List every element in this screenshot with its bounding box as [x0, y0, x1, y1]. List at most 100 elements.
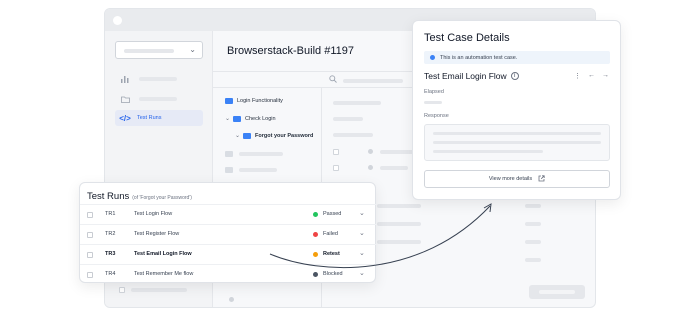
- placeholder-line: [380, 166, 408, 170]
- arrow-right-icon[interactable]: →: [602, 72, 609, 80]
- run-id: TR3: [105, 251, 116, 257]
- search-icon: [329, 75, 337, 85]
- table-row[interactable]: TR4 Test Remember Me flow Blocked ⌄: [80, 264, 377, 284]
- placeholder-line: [525, 258, 541, 262]
- search-placeholder: [343, 79, 403, 83]
- placeholder-line: [380, 150, 414, 154]
- folder-icon: [225, 167, 233, 173]
- elapsed-label: Elapsed: [424, 89, 444, 95]
- case-actions: ⋮ ← →: [574, 72, 609, 80]
- test-runs-panel: Test Runs (of 'Forgot your Password') TR…: [79, 182, 377, 284]
- status-dot: [313, 232, 318, 237]
- placeholder-line: [525, 222, 541, 226]
- window-dot: [113, 15, 122, 25]
- test-runs-subtitle: (of 'Forgot your Password'): [132, 195, 192, 201]
- placeholder-line: [239, 152, 283, 156]
- row-checkbox[interactable]: [87, 272, 93, 278]
- folder-icon: [225, 151, 233, 157]
- test-runs-header: Test Runs (of 'Forgot your Password'): [87, 191, 192, 202]
- info-icon[interactable]: i: [510, 72, 519, 80]
- chevron-down-icon: ⌄: [225, 116, 231, 122]
- build-title: Browserstack-Build #1197: [227, 45, 354, 57]
- placeholder-line: [433, 141, 601, 144]
- chevron-down-icon[interactable]: ⌄: [359, 209, 365, 217]
- placeholder-line: [377, 240, 421, 244]
- sidebar-item-placeholder: [139, 97, 177, 101]
- run-id: TR1: [105, 211, 116, 217]
- sidebar-item-label: Test Runs: [137, 115, 162, 121]
- project-select[interactable]: ⌄: [115, 41, 203, 59]
- external-link-icon: [538, 174, 545, 184]
- more-options-icon[interactable]: ⋮: [574, 72, 581, 80]
- footer-button-placeholder: [539, 290, 575, 294]
- placeholder-line: [333, 133, 373, 137]
- chevron-down-icon[interactable]: ⌄: [359, 229, 365, 237]
- status-badge: Retest: [323, 251, 340, 257]
- response-box: [424, 124, 610, 161]
- tree-item-forgot-password[interactable]: ⌄ Forgot your Password: [235, 132, 313, 139]
- row-checkbox[interactable]: [333, 165, 339, 171]
- table-row[interactable]: TR1 Test Login Flow Passed ⌄: [80, 204, 377, 224]
- placeholder-line: [433, 132, 601, 135]
- folder-icon: [119, 96, 131, 103]
- list-icon: [119, 287, 125, 293]
- placeholder-line: [525, 240, 541, 244]
- sidebar-item-repository[interactable]: [115, 91, 203, 107]
- tree-item-label: Login Functionality: [237, 98, 283, 104]
- stage: ⌄ </> Test Runs Browserstack-Build #1197: [0, 0, 700, 321]
- placeholder-line: [333, 117, 363, 121]
- tree-item-check-login[interactable]: ⌄ Check Login: [225, 115, 276, 122]
- project-select-placeholder: [124, 49, 174, 53]
- folder-icon: [243, 132, 251, 139]
- case-name: Test Email Login Flow i: [424, 71, 519, 81]
- row-checkbox[interactable]: [333, 149, 339, 155]
- placeholder-line: [433, 150, 543, 153]
- sidebar-item-dashboard[interactable]: [115, 71, 203, 87]
- tree-item-label: Check Login: [245, 115, 276, 122]
- status-dot: [368, 165, 373, 170]
- response-label: Response: [424, 113, 449, 119]
- run-name: Test Register Flow: [134, 231, 180, 237]
- table-row[interactable]: TR2 Test Register Flow Failed ⌄: [80, 224, 377, 244]
- elapsed-value-placeholder: [424, 101, 442, 104]
- status-badge: Passed: [323, 211, 342, 217]
- status-dot: [313, 212, 318, 217]
- tree-item-login-functionality[interactable]: Login Functionality: [225, 98, 283, 104]
- placeholder-line: [333, 101, 381, 105]
- arrow-left-icon[interactable]: ←: [588, 72, 595, 80]
- status-dot: [368, 149, 373, 154]
- test-case-details-panel: Test Case Details This is an automation …: [412, 20, 621, 200]
- row-checkbox[interactable]: [87, 232, 93, 238]
- run-name: Test Remember Me flow: [134, 271, 194, 277]
- view-more-details-button[interactable]: View more details: [424, 170, 610, 188]
- placeholder-line: [131, 288, 187, 292]
- placeholder-line: [377, 204, 421, 208]
- chevron-down-icon[interactable]: ⌄: [359, 269, 365, 277]
- status-badge: Failed: [323, 231, 338, 237]
- run-id: TR2: [105, 231, 116, 237]
- footer-button[interactable]: [529, 285, 585, 299]
- info-dot-icon: [430, 55, 435, 60]
- gear-icon: [229, 297, 234, 302]
- sidebar-item-placeholder: [139, 77, 177, 81]
- placeholder-line: [377, 222, 421, 226]
- row-checkbox[interactable]: [87, 252, 93, 258]
- table-row[interactable]: TR3 Test Email Login Flow Retest ⌄: [80, 244, 377, 264]
- sidebar-item-test-runs[interactable]: </> Test Runs: [115, 110, 203, 126]
- details-title: Test Case Details: [424, 32, 510, 44]
- folder-icon: [225, 98, 233, 104]
- row-checkbox[interactable]: [87, 212, 93, 218]
- placeholder-line: [239, 168, 277, 172]
- run-name: Test Email Login Flow: [134, 251, 192, 257]
- view-more-details-label: View more details: [488, 176, 533, 182]
- chevron-down-icon: ⌄: [189, 45, 196, 54]
- banner-text: This is an automation test case.: [440, 54, 518, 61]
- placeholder-line: [525, 204, 541, 208]
- chart-icon: [119, 75, 131, 83]
- tree-item-label: Forgot your Password: [255, 132, 314, 139]
- chevron-down-icon: ⌄: [235, 133, 241, 139]
- status-dot: [313, 272, 318, 277]
- status-badge: Blocked: [323, 271, 343, 277]
- chevron-down-icon[interactable]: ⌄: [359, 249, 365, 257]
- run-name: Test Login Flow: [134, 211, 173, 217]
